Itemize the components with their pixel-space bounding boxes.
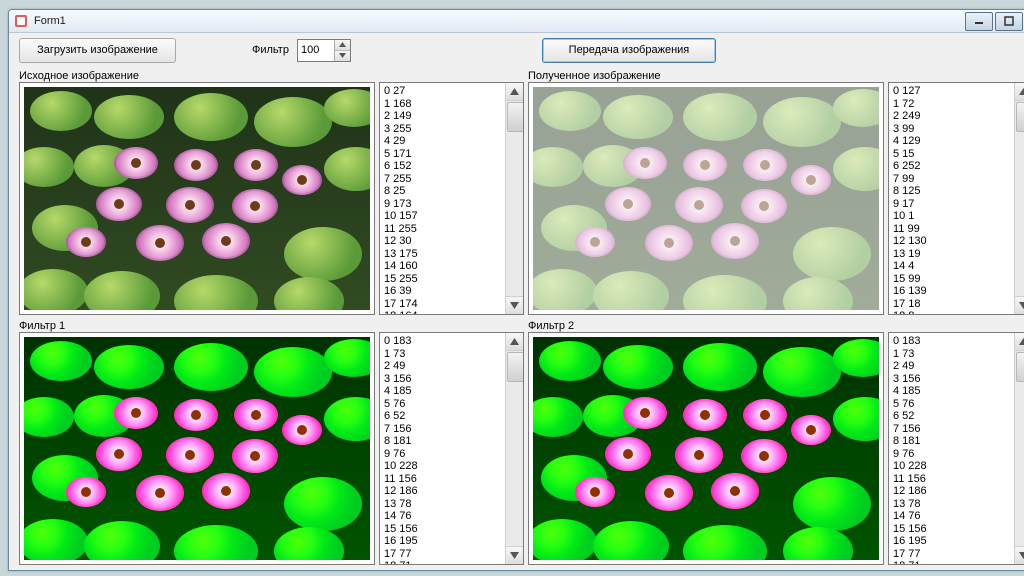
toolbar: Загрузить изображение Фильтр Передача из… [9,33,1024,67]
filter-value-input[interactable] [298,41,334,60]
scroll-down-button[interactable] [1015,296,1024,314]
scroll-thumb[interactable] [1016,102,1024,132]
content-grid: Исходное изображение 0 27 1 168 2 149 3 … [9,67,1024,571]
scroll-up-button[interactable] [506,83,523,101]
scroll-thumb[interactable] [507,352,524,382]
maximize-button[interactable] [995,12,1023,31]
source-list-items: 0 27 1 168 2 149 3 255 4 29 5 171 6 152 … [380,83,505,314]
received-listbox[interactable]: 0 127 1 72 2 249 3 99 4 129 5 15 6 252 7… [888,82,1024,315]
filter1-image-box [19,332,375,565]
filter2-list-items: 0 183 1 73 2 49 3 156 4 185 5 76 6 52 7 … [889,333,1014,564]
filter2-image [533,337,879,560]
source-image-box [19,82,375,315]
filter-spinner[interactable] [297,39,351,62]
scroll-thumb[interactable] [1016,352,1024,382]
scrollbar[interactable] [505,83,523,314]
received-image [533,87,879,310]
scroll-up-button[interactable] [1015,83,1024,101]
transmit-image-label: Передача изображения [569,44,690,56]
caption-filter1: Фильтр 1 [19,317,375,332]
scroll-up-button[interactable] [1015,333,1024,351]
scrollbar[interactable] [1014,333,1024,564]
spinner-up-button[interactable] [335,40,350,51]
window-title: Form1 [34,15,66,27]
filter1-listbox[interactable]: 0 183 1 73 2 49 3 156 4 185 5 76 6 52 7 … [379,332,524,565]
received-image-box [528,82,884,315]
caption-source: Исходное изображение [19,67,375,82]
minimize-button[interactable] [965,12,993,31]
titlebar[interactable]: Form1 [9,10,1024,33]
app-icon [13,13,29,29]
filter2-image-box [528,332,884,565]
source-image [24,87,370,310]
filter-label: Фильтр [252,44,289,56]
transmit-image-button[interactable]: Передача изображения [542,38,716,63]
scroll-up-button[interactable] [506,333,523,351]
filter1-list-items: 0 183 1 73 2 49 3 156 4 185 5 76 6 52 7 … [380,333,505,564]
caption-received: Полученное изображение [528,67,884,82]
filter1-image [24,337,370,560]
scroll-thumb[interactable] [507,102,524,132]
scroll-down-button[interactable] [506,546,523,564]
load-image-label: Загрузить изображение [37,44,158,56]
scrollbar[interactable] [1014,83,1024,314]
scroll-down-button[interactable] [506,296,523,314]
source-listbox[interactable]: 0 27 1 168 2 149 3 255 4 29 5 171 6 152 … [379,82,524,315]
load-image-button[interactable]: Загрузить изображение [19,38,176,63]
spinner-down-button[interactable] [335,51,350,61]
app-window: Form1 Загрузить изображение Фильтр Перед… [8,9,1024,571]
caption-filter2: Фильтр 2 [528,317,884,332]
scrollbar[interactable] [505,333,523,564]
filter2-listbox[interactable]: 0 183 1 73 2 49 3 156 4 185 5 76 6 52 7 … [888,332,1024,565]
scroll-down-button[interactable] [1015,546,1024,564]
received-list-items: 0 127 1 72 2 249 3 99 4 129 5 15 6 252 7… [889,83,1014,314]
